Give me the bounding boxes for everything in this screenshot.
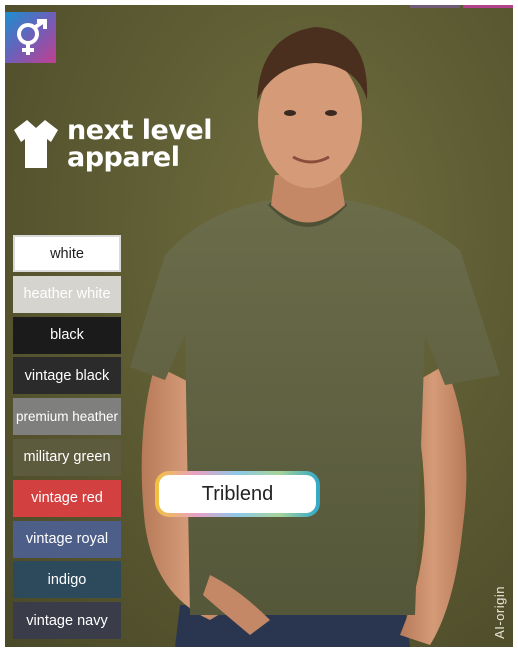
swatch-black[interactable]: black xyxy=(13,316,121,354)
swatch-heather-white[interactable]: heather white xyxy=(13,275,121,313)
swatch-vintage-black[interactable]: vintage black xyxy=(13,357,121,395)
swatch-label: black xyxy=(50,327,84,344)
swatch-white[interactable]: white xyxy=(13,235,121,272)
brand-name: next level apparel xyxy=(67,115,213,173)
swatch-label: premium heather xyxy=(15,409,119,425)
brand-logo: next level apparel xyxy=(13,115,213,173)
unisex-badge xyxy=(5,12,56,63)
product-hero: next level apparel white heather white b… xyxy=(5,5,513,647)
brand-line-2: apparel xyxy=(67,142,180,173)
triblend-label: Triblend xyxy=(159,475,316,513)
male-female-symbol-icon xyxy=(16,18,47,55)
swatch-vintage-navy[interactable]: vintage navy xyxy=(13,602,121,640)
t-shirt-icon xyxy=(14,120,58,168)
ai-origin-watermark: AI-origin xyxy=(492,586,507,639)
swatch-vintage-red[interactable]: vintage red xyxy=(13,479,121,517)
color-swatch-list: white heather white black vintage black … xyxy=(13,235,121,643)
swatch-military-green[interactable]: military green xyxy=(13,438,121,476)
swatch-label: vintage black xyxy=(24,367,110,384)
triblend-badge: Triblend xyxy=(155,471,320,517)
swatch-label: white xyxy=(50,245,84,262)
swatch-label: indigo xyxy=(47,571,87,588)
swatch-indigo[interactable]: indigo xyxy=(13,561,121,599)
swatch-label: military green xyxy=(23,449,111,466)
swatch-vintage-royal[interactable]: vintage royal xyxy=(13,520,121,558)
top-accent-left xyxy=(410,5,460,8)
swatch-label: heather white xyxy=(23,286,111,303)
top-accent-right xyxy=(463,5,513,8)
swatch-label: vintage royal xyxy=(25,531,109,548)
swatch-premium-heather[interactable]: premium heather xyxy=(13,398,121,436)
swatch-label: vintage red xyxy=(31,490,103,507)
brand-line-1: next level xyxy=(67,115,213,146)
swatch-label: vintage navy xyxy=(26,612,108,629)
